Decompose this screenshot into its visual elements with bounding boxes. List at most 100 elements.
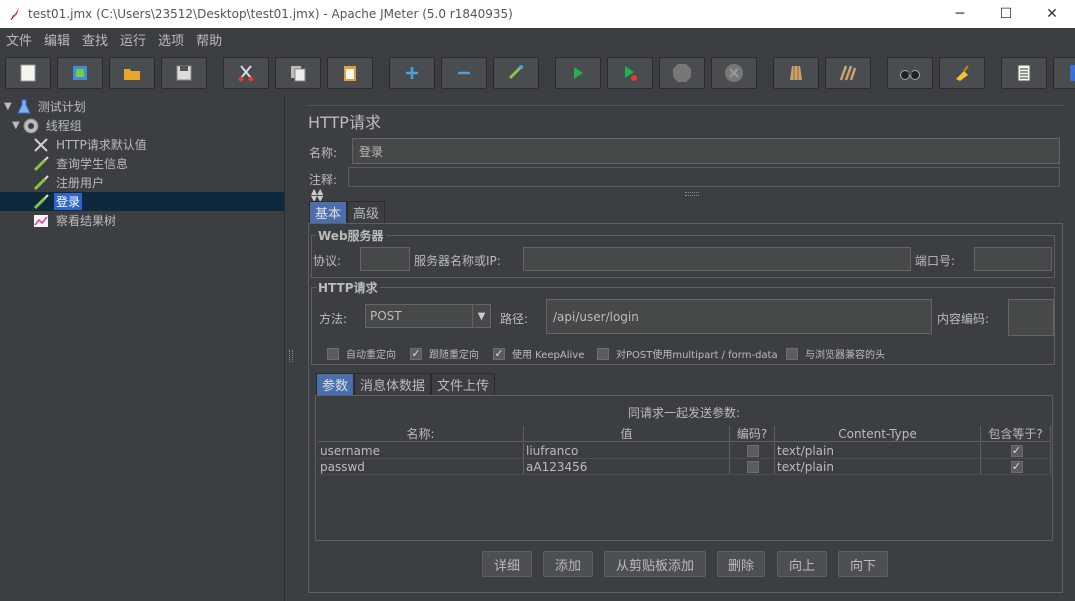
- checkmark-icon[interactable]: ✓: [493, 347, 505, 360]
- expand-all-button[interactable]: [389, 57, 435, 89]
- checkmark-icon[interactable]: ✓: [410, 347, 422, 360]
- protocol-field[interactable]: [360, 247, 410, 271]
- tree-item-query-student[interactable]: 查询学生信息: [32, 154, 130, 173]
- col-include-equals-header[interactable]: 包含等于?: [981, 426, 1051, 442]
- checkbox-box[interactable]: [327, 347, 339, 360]
- table-row-2-include-equals[interactable]: ✓: [981, 459, 1051, 475]
- menu-help[interactable]: 帮助: [190, 30, 228, 49]
- browser-headers-label: 与浏览器兼容的头: [805, 350, 885, 361]
- menu-options[interactable]: 选项: [152, 30, 190, 49]
- toggle-button[interactable]: [493, 57, 539, 89]
- function-helper-button[interactable]: [1001, 57, 1047, 89]
- detail-button[interactable]: 详细: [482, 551, 532, 577]
- table-row-1-content-type[interactable]: text/plain: [775, 443, 981, 459]
- open-button[interactable]: [109, 57, 155, 89]
- checkmark-icon[interactable]: ✓: [1010, 460, 1023, 473]
- menu-file[interactable]: 文件: [0, 30, 38, 49]
- listener-icon: [34, 214, 48, 227]
- paste-button[interactable]: [327, 57, 373, 89]
- new-button[interactable]: [5, 57, 51, 89]
- tab-parameters[interactable]: 参数: [316, 373, 355, 395]
- collapse-toggle-icon[interactable]: ▲▲ ▼▼: [311, 188, 323, 203]
- method-value: POST: [370, 309, 402, 323]
- expand-arrow-icon[interactable]: ▼: [12, 120, 20, 131]
- name-field[interactable]: 登录: [352, 138, 1060, 164]
- templates-button[interactable]: [57, 57, 103, 89]
- table-row-1-name[interactable]: username: [318, 443, 524, 459]
- splitter-grip-icon[interactable]: [289, 350, 293, 362]
- resize-grip-icon[interactable]: [685, 192, 699, 196]
- table-row-1-value[interactable]: liufranco: [524, 443, 730, 459]
- content-encoding-field[interactable]: [1008, 299, 1054, 336]
- add-from-clipboard-button[interactable]: 从剪贴板添加: [604, 551, 706, 577]
- keepalive-checkbox[interactable]: ✓ 使用 KeepAlive: [493, 346, 584, 361]
- clear-button[interactable]: [773, 57, 819, 89]
- tab-file-upload[interactable]: 文件上传: [431, 373, 496, 395]
- port-field[interactable]: [974, 247, 1052, 271]
- checkbox-box[interactable]: [747, 460, 759, 473]
- col-content-type-header[interactable]: Content-Type: [775, 426, 981, 442]
- browser-headers-checkbox[interactable]: 与浏览器兼容的头: [786, 346, 885, 361]
- tree-item-login[interactable]: 登录: [0, 192, 284, 211]
- table-row-2-value[interactable]: aA123456: [524, 459, 730, 475]
- checkbox-box[interactable]: [597, 347, 609, 360]
- col-name-header[interactable]: 名称:: [318, 426, 524, 442]
- tab-advanced[interactable]: 高级: [347, 201, 386, 223]
- table-row-2-content-type[interactable]: text/plain: [775, 459, 981, 475]
- checkmark-icon[interactable]: ✓: [1010, 444, 1023, 457]
- col-value-header[interactable]: 值: [524, 426, 730, 442]
- copy-button[interactable]: [275, 57, 321, 89]
- tree-item-register-user[interactable]: 注册用户: [32, 173, 106, 192]
- start-button[interactable]: [555, 57, 601, 89]
- panel-splitter[interactable]: [285, 95, 297, 601]
- tree-item-thread-group[interactable]: ▼ 线程组: [12, 116, 84, 135]
- tree-item-http-defaults[interactable]: HTTP请求默认值: [32, 135, 149, 154]
- add-button[interactable]: 添加: [543, 551, 593, 577]
- help-button[interactable]: [1053, 57, 1075, 89]
- menu-search[interactable]: 查找: [76, 30, 114, 49]
- new-icon: [20, 64, 36, 82]
- start-no-pauses-button[interactable]: [607, 57, 653, 89]
- chevron-down-icon[interactable]: ▼: [472, 305, 490, 327]
- move-down-button[interactable]: 向下: [838, 551, 888, 577]
- reset-search-button[interactable]: [939, 57, 985, 89]
- shutdown-button[interactable]: [711, 57, 757, 89]
- tab-basic[interactable]: 基本: [309, 201, 348, 223]
- method-select[interactable]: POST ▼: [365, 304, 491, 328]
- stop-button[interactable]: [659, 57, 705, 89]
- help-icon: [1070, 65, 1075, 81]
- window-title: test01.jmx (C:\Users\23512\Desktop\test0…: [28, 7, 513, 21]
- table-row-1-encode[interactable]: [730, 443, 775, 459]
- follow-redirect-checkbox[interactable]: ✓ 跟随重定向: [410, 346, 479, 361]
- tree-item-test-plan[interactable]: ▼ 测试计划: [4, 97, 88, 116]
- multipart-checkbox[interactable]: 对POST使用multipart / form-data: [597, 346, 778, 361]
- close-button[interactable]: ✕: [1029, 0, 1075, 28]
- clear-all-button[interactable]: [825, 57, 871, 89]
- header-divider: [307, 105, 1063, 106]
- body-tabs: 参数 消息体数据 文件上传: [316, 373, 496, 395]
- auto-redirect-checkbox[interactable]: 自动重定向: [327, 346, 396, 361]
- tree-item-view-results-tree[interactable]: 察看结果树: [32, 211, 118, 230]
- move-up-button[interactable]: 向上: [777, 551, 827, 577]
- table-row-2-name[interactable]: passwd: [318, 459, 524, 475]
- tab-body-data[interactable]: 消息体数据: [354, 373, 432, 395]
- menu-run[interactable]: 运行: [114, 30, 152, 49]
- minimize-button[interactable]: ─: [937, 0, 983, 28]
- comment-field[interactable]: [348, 167, 1060, 187]
- sampler-icon: [33, 193, 49, 209]
- col-encode-header[interactable]: 编码?: [730, 426, 775, 442]
- checkbox-box[interactable]: [747, 444, 759, 457]
- checkbox-box[interactable]: [786, 347, 798, 360]
- path-field[interactable]: /api/user/login: [546, 299, 932, 334]
- server-name-field[interactable]: [523, 247, 911, 271]
- collapse-all-button[interactable]: [441, 57, 487, 89]
- maximize-button[interactable]: ☐: [983, 0, 1029, 28]
- search-button[interactable]: [887, 57, 933, 89]
- save-button[interactable]: [161, 57, 207, 89]
- table-row-1-include-equals[interactable]: ✓: [981, 443, 1051, 459]
- menu-edit[interactable]: 编辑: [38, 30, 76, 49]
- delete-button[interactable]: 删除: [717, 551, 765, 577]
- expand-arrow-icon[interactable]: ▼: [4, 101, 12, 112]
- cut-button[interactable]: [223, 57, 269, 89]
- table-row-2-encode[interactable]: [730, 459, 775, 475]
